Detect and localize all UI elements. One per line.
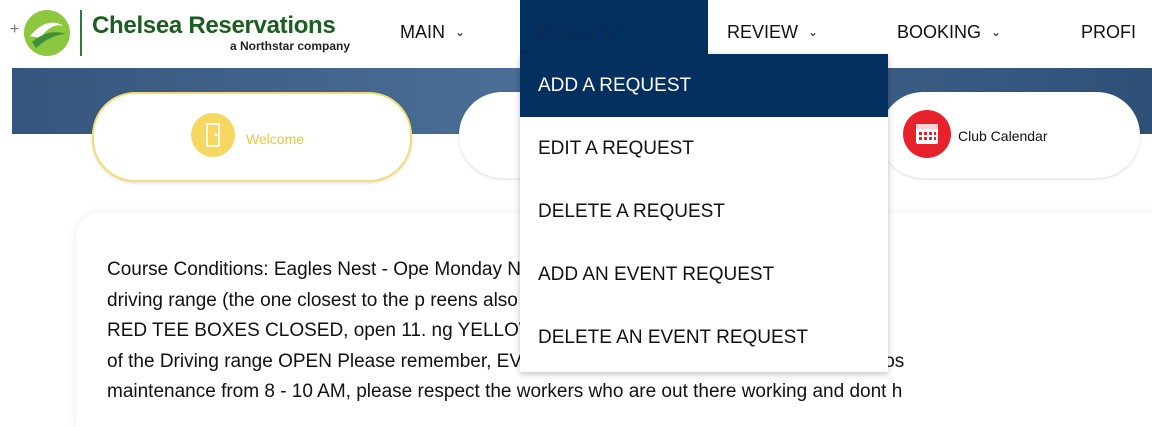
menu-item-add-event-request[interactable]: ADD AN EVENT REQUEST (520, 243, 888, 306)
nav-request[interactable]: REQUEST ⌄ (520, 0, 708, 54)
chevron-down-icon: ⌄ (991, 25, 1002, 39)
nav-main[interactable]: MAIN ⌄ (400, 0, 465, 54)
nav-request-label: REQUEST (538, 22, 626, 42)
welcome-label: Welcome (246, 131, 305, 147)
menu-item-delete-request[interactable]: DELETE A REQUEST (520, 180, 888, 243)
request-dropdown-menu: ADD A REQUEST EDIT A REQUEST DELETE A RE… (520, 54, 888, 372)
calendar-icon (903, 110, 951, 158)
door-icon (191, 113, 235, 157)
nav-profile[interactable]: PROFI (1081, 0, 1136, 54)
club-calendar-label: Club Calendar (958, 128, 1048, 144)
chevron-down-icon: ⌄ (455, 25, 466, 39)
nav-review-label: REVIEW (727, 22, 799, 42)
brand-divider (80, 10, 82, 56)
conditions-line: maintenance from 8 - 10 AM, please respe… (107, 381, 903, 402)
brand-title[interactable]: Chelsea Reservations (92, 14, 336, 38)
brand-subtitle: a Northstar company (230, 39, 351, 53)
company-logo-icon[interactable] (22, 8, 72, 58)
club-calendar-tile[interactable]: Club Calendar (880, 92, 1140, 178)
nav-review[interactable]: REVIEW ⌄ (727, 0, 818, 54)
menu-item-add-request[interactable]: ADD A REQUEST (520, 54, 888, 117)
nav-main-label: MAIN (400, 22, 445, 42)
nav-booking[interactable]: BOOKING ⌄ (897, 0, 1001, 54)
expand-plus-icon[interactable]: + (10, 22, 19, 38)
welcome-tile[interactable]: Welcome (92, 92, 412, 182)
nav-booking-label: BOOKING (897, 22, 982, 42)
menu-item-delete-event-request[interactable]: DELETE AN EVENT REQUEST (520, 306, 888, 369)
nav-profile-label: PROFI (1081, 22, 1137, 42)
menu-item-edit-request[interactable]: EDIT A REQUEST (520, 117, 888, 180)
